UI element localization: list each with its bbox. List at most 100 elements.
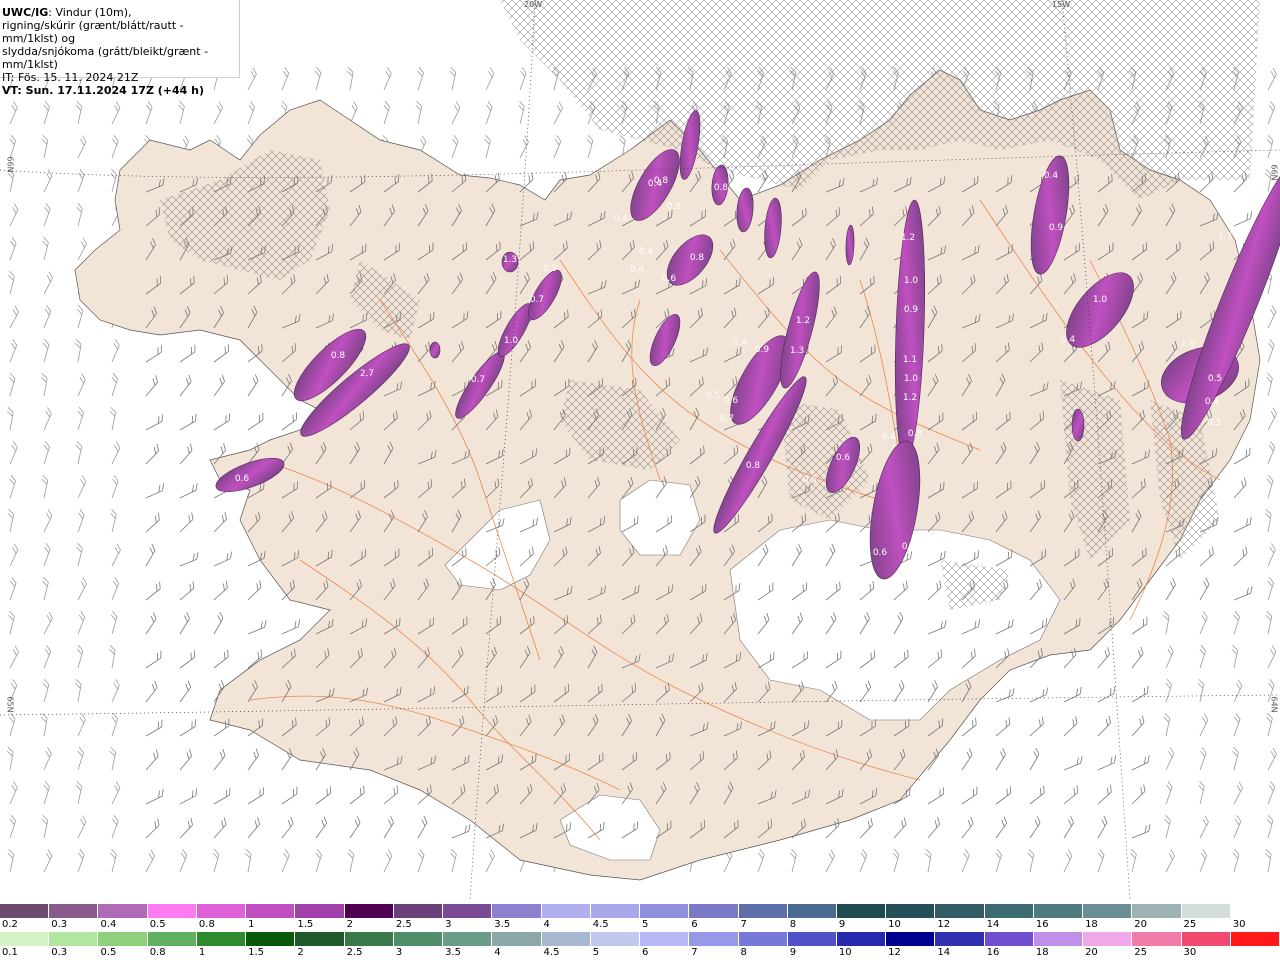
header-line-2: rigning/skúrir (grænt/blátt/rautt - mm/1…: [2, 19, 184, 45]
rain-tick-label: 2: [297, 947, 304, 958]
grid-label-66n-left: 66N: [5, 156, 15, 173]
precip-value-label: 0.9: [755, 345, 770, 355]
snow-swatch: [738, 904, 788, 918]
grid-label-65n-left: 65N: [5, 696, 15, 713]
precip-value-label: 0.7: [530, 295, 544, 305]
rain-swatch: [1181, 932, 1231, 946]
model-name: UWC/IG: [2, 6, 49, 19]
precip-value-label: 0.6: [235, 474, 250, 484]
snow-tick-label: 16: [1035, 919, 1049, 930]
snow-tick-label: 0.2: [2, 919, 18, 930]
precip-value-label: 0.6: [724, 396, 739, 406]
rain-swatch: [246, 932, 296, 946]
snow-swatch: [541, 904, 591, 918]
rain-tick-label: 18: [1035, 947, 1049, 958]
snow-tick-label: 0.4: [100, 919, 117, 930]
rain-tick-label: 6: [642, 947, 649, 958]
snow-tick-label: 4: [543, 919, 550, 930]
rain-swatch: [0, 932, 50, 946]
rain-tick-label: 5: [592, 947, 600, 958]
precip-value-label: 0.8: [714, 183, 729, 193]
snow-tick-label: 8: [789, 919, 797, 930]
rain-swatch: [935, 932, 985, 946]
precip-value-label: 0.5: [803, 475, 817, 485]
rain-swatch: [590, 932, 641, 946]
precip-value-label: 0.9: [904, 305, 919, 315]
rain-tick-label: 30: [1183, 947, 1197, 958]
precip-value-label: 1.3: [503, 255, 517, 265]
snow-swatch: [1181, 904, 1231, 918]
snow-swatch: [0, 904, 50, 918]
precip-value-label: 0.9: [1049, 223, 1064, 233]
snow-swatch: [836, 904, 887, 918]
precip-value-label: 0.3: [909, 563, 923, 573]
precip-value-label: 1.2: [796, 316, 810, 326]
precip-value-label: 1.2: [901, 233, 915, 243]
snow-tick-label: 4.5: [592, 919, 609, 930]
header-variable: : Vindur (10m),: [48, 6, 132, 19]
snow-tick-label: 7: [740, 919, 747, 930]
rain-swatch: [1230, 932, 1280, 946]
snow-tick-label: 3: [445, 919, 452, 930]
weather-map: 0.8 2.7 0.6 1.3 0.7 0.5 0.7 1.0 0.4 0.4 0.8 0.4 0.8 0…: [0, 0, 1280, 902]
snow-tick-label: 2: [346, 919, 353, 930]
rain-tick-label: 14: [937, 947, 951, 958]
precip-value-label: 0.4: [882, 432, 897, 442]
rain-tick-label: 10: [838, 947, 852, 958]
precip-value-label: 0.5: [1208, 374, 1222, 384]
header-valid-time: VT: Sun. 17.11.2024 17Z (+44 h): [2, 84, 205, 97]
precip-value-label: 1.2: [903, 393, 917, 403]
snow-tick-label: 0.5: [149, 919, 166, 930]
precip-value-label: 0.8: [654, 176, 669, 186]
precip-value-label: 1.0: [1181, 339, 1196, 349]
rain-swatch: [147, 932, 197, 946]
precip-value-label: 0.4: [630, 265, 645, 275]
precip-value-label: 0.3: [1207, 418, 1221, 428]
precip-value-label: 0.8: [746, 461, 761, 471]
header-line-3: slydda/snjókoma (grátt/bleikt/grænt - mm…: [2, 45, 209, 71]
snow-tick-label: 1: [248, 919, 255, 930]
snow-swatch: [98, 904, 148, 918]
rain-swatch: [1033, 932, 1084, 946]
snow-tick-label: 12: [937, 919, 951, 930]
snow-tick-label: 9: [838, 919, 846, 930]
precip-value-label: 0.8: [667, 202, 682, 212]
grid-label-15w: 15W: [1052, 0, 1071, 9]
rain-tick-label: 3.5: [445, 947, 461, 958]
snow-swatch: [886, 904, 936, 918]
precip-value-label: 1.3: [1218, 232, 1232, 242]
precip-value-label: 0.8: [908, 429, 923, 439]
snow-tick-label: 5: [642, 919, 649, 930]
snow-tick-label: 25: [1183, 919, 1197, 930]
rain-tick-label: 4: [494, 947, 501, 958]
rain-tick-label: 0.3: [51, 947, 68, 958]
precip-value-label: 0.5: [706, 391, 720, 401]
grid-label-66n-right: 66N: [1269, 164, 1279, 181]
rain-swatch: [1132, 932, 1182, 946]
precip-value-label: 0.4: [614, 214, 629, 224]
snow-tick-label: 14: [986, 919, 1000, 930]
rain-swatch: [984, 932, 1034, 946]
rain-tick-label: 1: [198, 947, 206, 958]
snow-swatch: [344, 904, 394, 918]
legend-snow-labels: 0.2 0.3 0.4 0.5 0.8 1 1.5 2 2.5 3 3.5 4 4.5 5 6 7 8 9 10 12…: [0, 919, 1280, 931]
snow-swatch: [492, 904, 542, 918]
rain-tick-label: 8: [740, 947, 747, 958]
rain-swatch: [295, 932, 345, 946]
precip-value-label: 0.6: [836, 453, 851, 463]
snow-tick-label: 2.5: [395, 919, 412, 930]
precip-value-label: 0.4: [639, 247, 654, 257]
precip-value-label: 0.5: [543, 264, 557, 274]
rain-swatch: [344, 932, 394, 946]
precip-value-label: 0.7: [471, 375, 485, 385]
precip-value-label: 2.7: [360, 369, 374, 379]
snow-tick-label: 10: [888, 919, 901, 930]
legend-snow-colorbar: [0, 904, 1280, 918]
precip-value-label: 1.0: [904, 374, 919, 384]
snow-tick-label: 1.5: [297, 919, 314, 930]
precip-value-label: 0.6: [662, 274, 677, 284]
snow-swatch: [246, 904, 296, 918]
rain-tick-label: 1.5: [248, 947, 265, 958]
snow-swatch: [590, 904, 641, 918]
rain-swatch: [393, 932, 444, 946]
